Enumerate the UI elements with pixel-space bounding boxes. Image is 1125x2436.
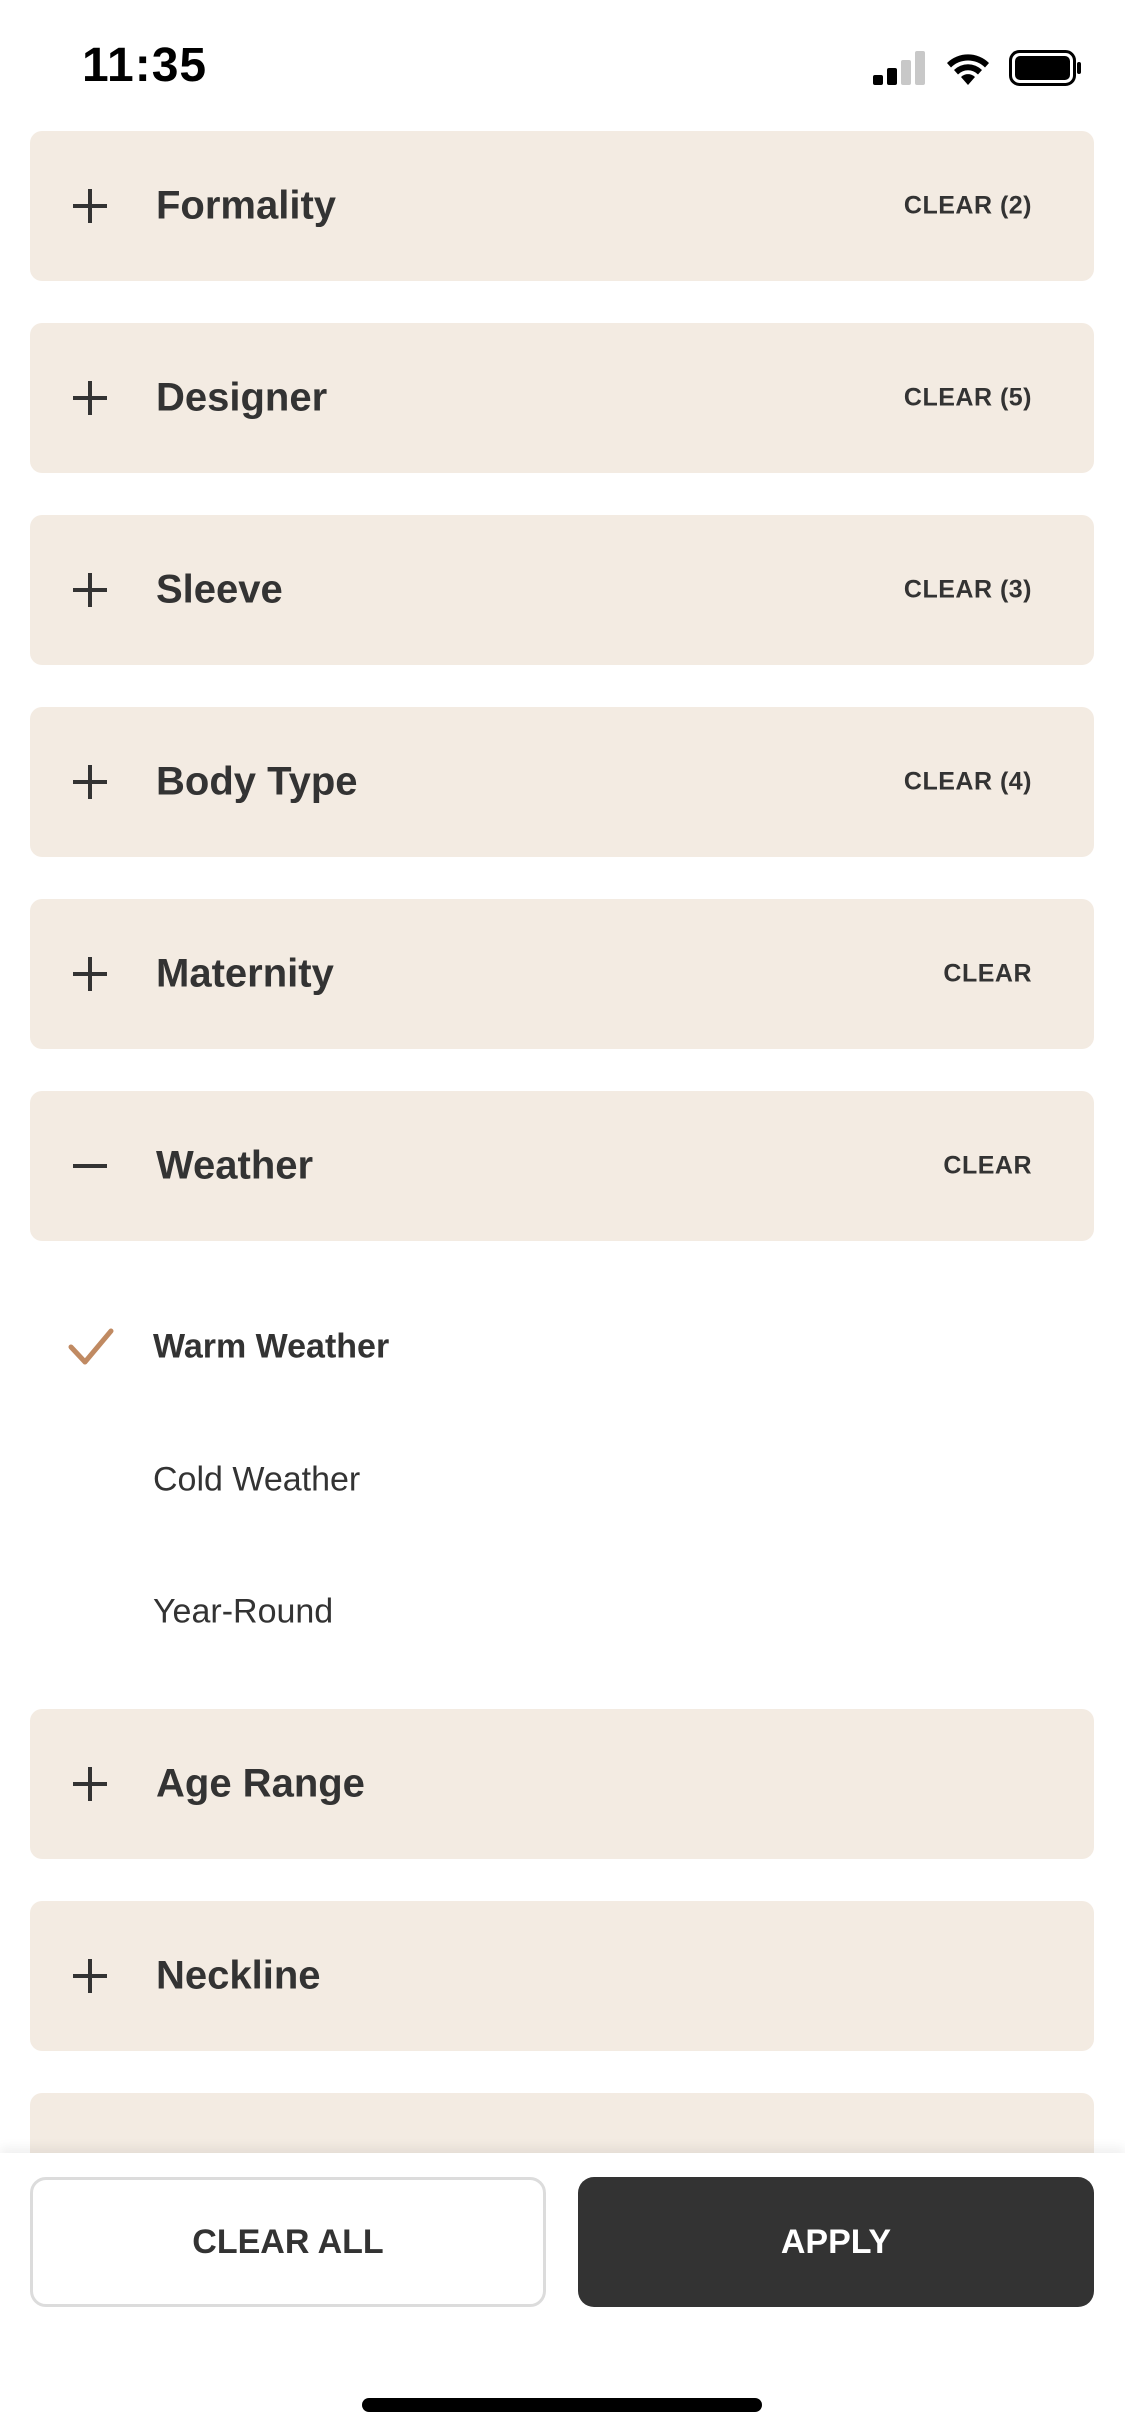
apply-button[interactable]: APPLY (578, 2177, 1094, 2307)
clear-filter-button[interactable]: CLEAR (943, 1152, 1032, 1181)
clear-all-button[interactable]: CLEAR ALL (30, 2177, 546, 2307)
status-bar: 11:35 (0, 0, 1125, 130)
wifi-icon (947, 54, 989, 85)
filter-title: Body Type (156, 759, 358, 804)
option-cold-weather[interactable]: Cold Weather (0, 1420, 1125, 1540)
filter-title: Designer (156, 375, 328, 420)
filter-row-formality[interactable]: Formality CLEAR (2) (30, 131, 1094, 281)
home-indicator[interactable] (362, 2398, 762, 2412)
plus-icon (73, 573, 107, 607)
minus-icon (73, 1164, 107, 1168)
filter-row-neckline[interactable]: Neckline (30, 1901, 1094, 2051)
clear-filter-button[interactable]: CLEAR (4) (904, 768, 1032, 797)
plus-icon (73, 189, 107, 223)
status-icons (873, 50, 1083, 86)
plus-icon (73, 1959, 107, 1993)
option-label: Warm Weather (153, 1327, 390, 1366)
status-time: 11:35 (82, 39, 208, 92)
plus-icon (73, 957, 107, 991)
filter-row-weather[interactable]: Weather CLEAR (30, 1091, 1094, 1241)
filter-row-sleeve[interactable]: Sleeve CLEAR (3) (30, 515, 1094, 665)
filter-row-maternity[interactable]: Maternity CLEAR (30, 899, 1094, 1049)
option-label: Year-Round (153, 1592, 334, 1631)
filter-title: Formality (156, 183, 337, 228)
clear-filter-button[interactable]: CLEAR (3) (904, 576, 1032, 605)
bottom-action-bar: CLEAR ALL APPLY (0, 2153, 1125, 2436)
filter-title: Weather (156, 1143, 314, 1188)
option-warm-weather[interactable]: Warm Weather (0, 1287, 1125, 1407)
checkmark-icon (68, 1328, 114, 1365)
filter-title: Maternity (156, 951, 334, 996)
plus-icon (73, 1767, 107, 1801)
plus-icon (73, 381, 107, 415)
option-year-round[interactable]: Year-Round (0, 1552, 1125, 1672)
clear-filter-button[interactable]: CLEAR (943, 960, 1032, 989)
filter-row-body-type[interactable]: Body Type CLEAR (4) (30, 707, 1094, 857)
filter-row-designer[interactable]: Designer CLEAR (5) (30, 323, 1094, 473)
clear-filter-button[interactable]: CLEAR (2) (904, 192, 1032, 221)
filter-row-age-range[interactable]: Age Range (30, 1709, 1094, 1859)
cellular-signal-icon (873, 51, 925, 85)
filter-title: Age Range (156, 1761, 365, 1806)
battery-icon (1009, 50, 1081, 86)
option-label: Cold Weather (153, 1460, 361, 1499)
filter-title: Sleeve (156, 567, 283, 612)
clear-filter-button[interactable]: CLEAR (5) (904, 384, 1032, 413)
filter-title: Neckline (156, 1953, 321, 1998)
plus-icon (73, 765, 107, 799)
